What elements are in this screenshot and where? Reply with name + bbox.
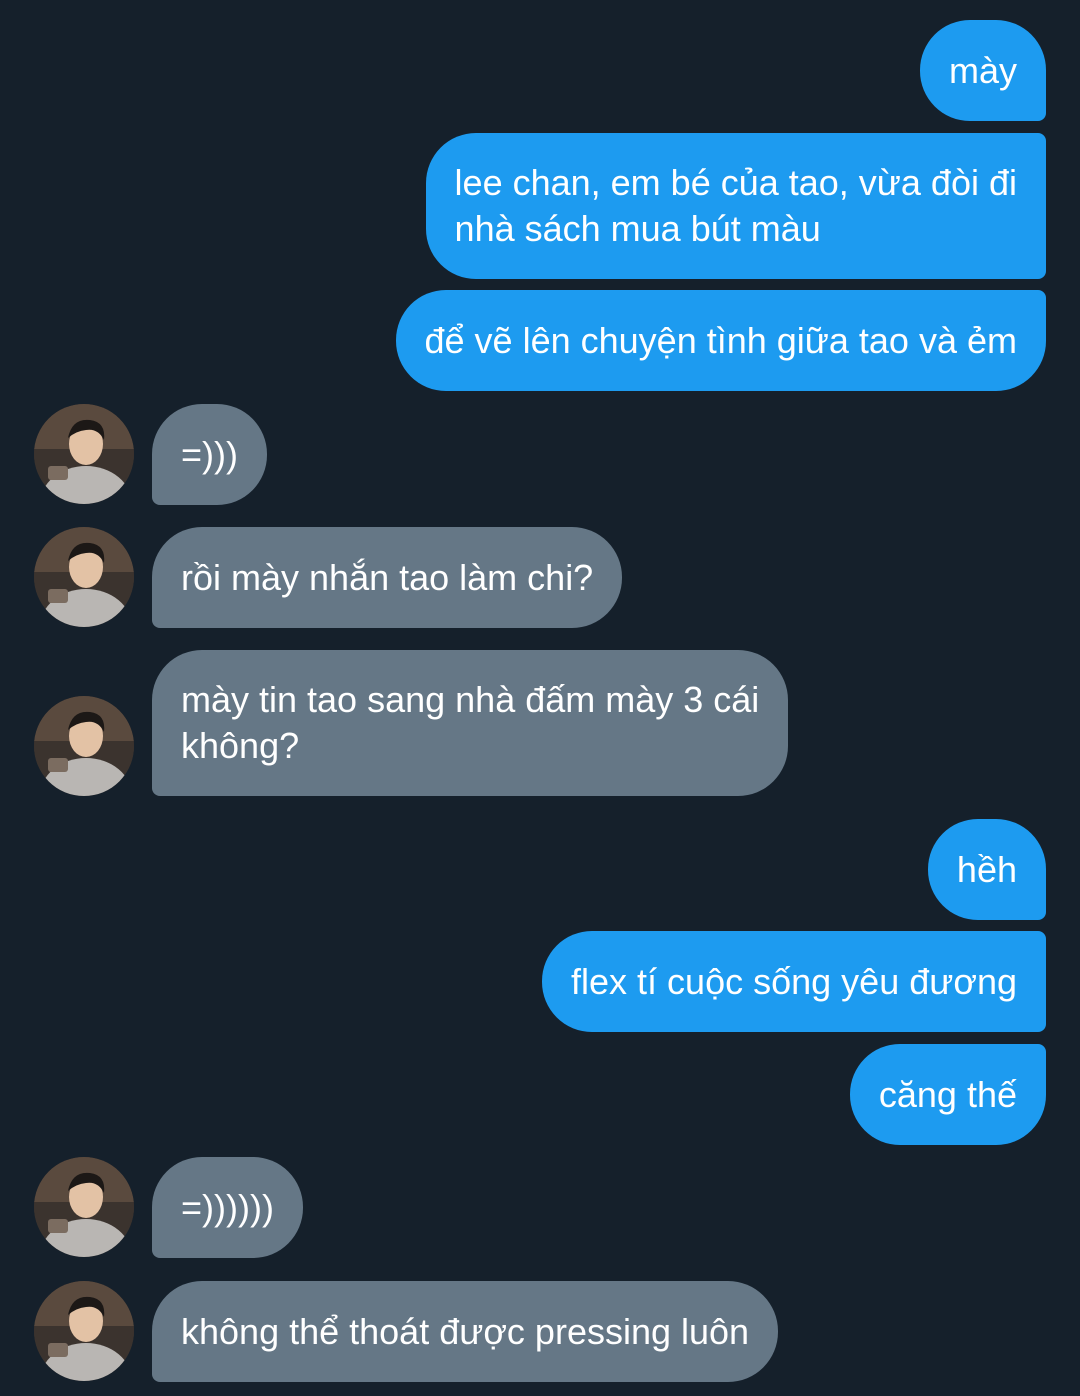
avatar-photo-icon [34,696,134,796]
outgoing-message[interactable]: hềh [927,819,1046,920]
avatar-photo-icon [34,527,134,627]
incoming-message[interactable]: =))) [152,404,267,505]
outgoing-message[interactable]: flex tí cuộc sống yêu đương [542,931,1046,1032]
message-text: để vẽ lên chuyện tình giữa tao và ẻm [424,319,1017,361]
incoming-message[interactable]: =)))))) [152,1157,303,1258]
message-text: flex tí cuộc sống yêu đương [571,960,1017,1002]
message-text: không thể thoát được pressing luôn [181,1310,750,1352]
contact-avatar[interactable] [34,1157,134,1257]
avatar-photo-icon [34,1157,134,1257]
chat-thread: mày lee chan, em bé của tao, vừa đòi đi … [0,0,1080,1396]
message-text: lee chan, em bé của tao, vừa đòi đi nhà … [454,162,1017,249]
contact-avatar[interactable] [34,696,134,796]
message-text: rồi mày nhắn tao làm chi? [181,556,594,598]
incoming-message[interactable]: không thể thoát được pressing luôn [152,1281,779,1382]
message-text: căng thế [878,1073,1017,1115]
message-text: hềh [956,848,1017,890]
contact-avatar[interactable] [34,1281,134,1381]
message-text: mày tin tao sang nhà đấm mày 3 cái không… [181,679,760,766]
message-text: =)))))) [181,1186,274,1228]
outgoing-message[interactable]: căng thế [849,1044,1046,1145]
contact-avatar[interactable] [34,404,134,504]
contact-avatar[interactable] [34,527,134,627]
message-text: =))) [181,433,238,475]
outgoing-message[interactable]: mày [919,20,1046,121]
incoming-message[interactable]: rồi mày nhắn tao làm chi? [152,527,623,628]
incoming-message[interactable]: mày tin tao sang nhà đấm mày 3 cái không… [152,650,789,796]
avatar-photo-icon [34,404,134,504]
avatar-photo-icon [34,1281,134,1381]
outgoing-message[interactable]: để vẽ lên chuyện tình giữa tao và ẻm [395,290,1046,391]
message-text: mày [948,49,1017,91]
outgoing-message[interactable]: lee chan, em bé của tao, vừa đòi đi nhà … [425,133,1046,279]
